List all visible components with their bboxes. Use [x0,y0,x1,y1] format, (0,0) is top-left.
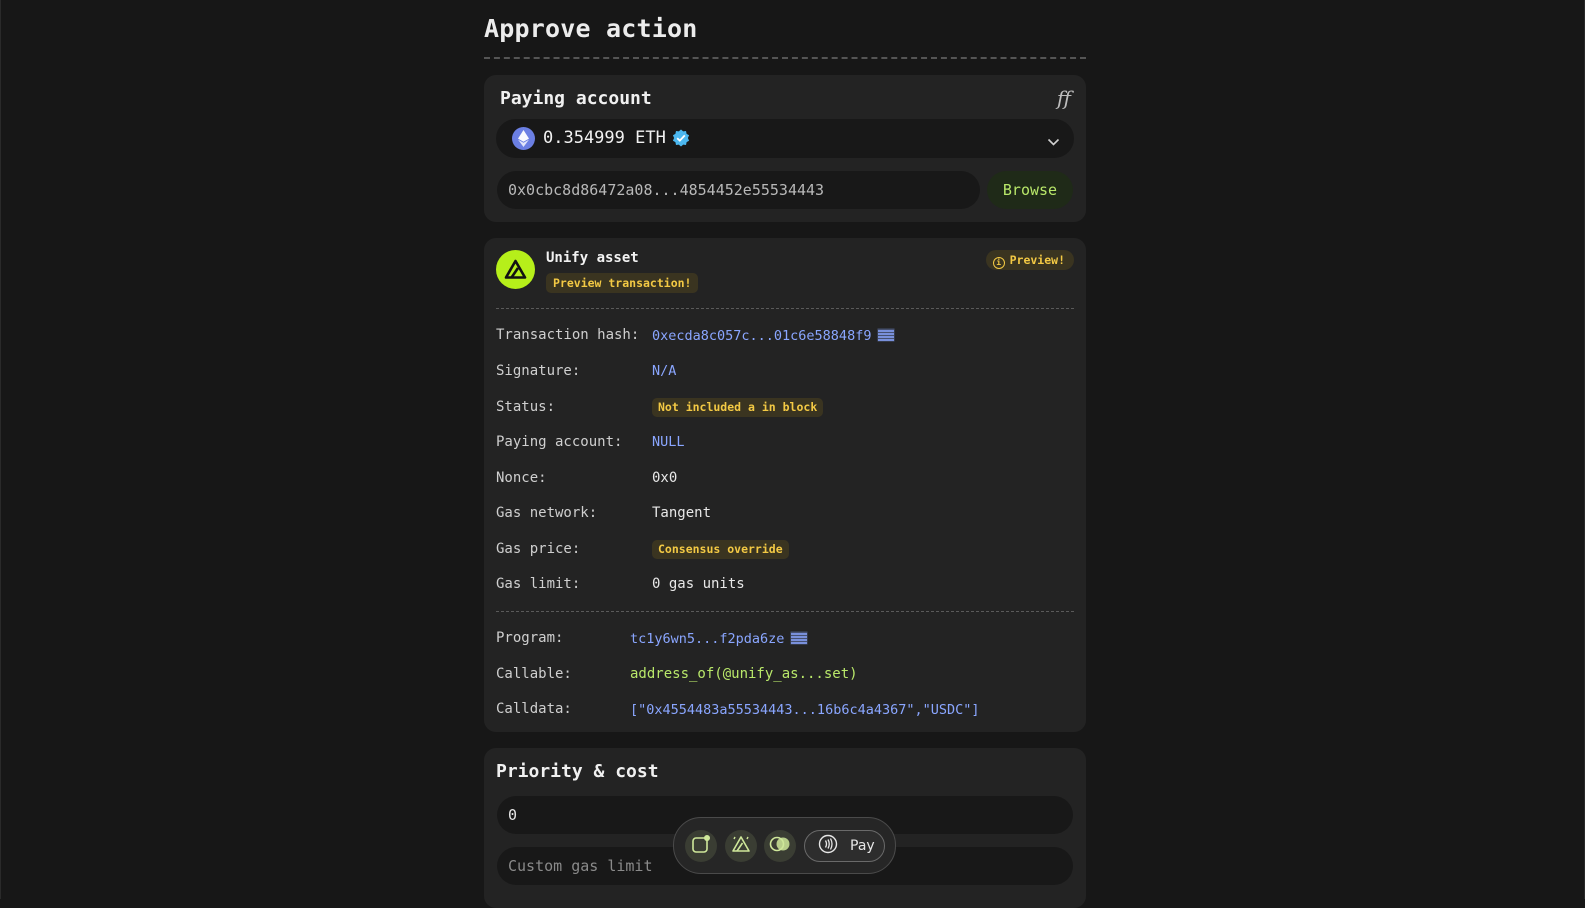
account-address-input[interactable] [497,171,980,209]
divider [496,308,1074,309]
priority-cost-title: Priority & cost [496,761,659,782]
new-window-icon [691,834,711,858]
nonce-value: 0x0 [652,470,678,486]
new-window-button[interactable] [685,830,717,862]
verified-icon [672,129,690,151]
status-label: Status: [496,399,556,415]
paying-account-card: Paying account ff 0.354999 ETH Browse [484,75,1086,222]
tx-hash-value[interactable]: 0xecda8c057c...01c6e58848f9 [652,328,895,346]
callable-label: Callable: [496,666,572,682]
copy-icon[interactable] [877,328,895,346]
nonce-label: Nonce: [496,470,547,486]
gas-network-label: Gas network: [496,505,598,521]
preview-badge: i Preview! [985,250,1074,270]
gas-limit-value: 0 gas units [652,576,745,592]
preview-transaction-badge: Preview transaction! [546,273,699,293]
program-label: Program: [496,630,564,646]
app-button[interactable] [725,830,757,862]
gas-price-label: Gas price: [496,541,581,557]
ethereum-icon [512,127,535,150]
copy-icon[interactable] [790,631,808,649]
ff-icon[interactable]: ff [1057,86,1071,110]
account-select[interactable]: 0.354999 ETH [496,119,1074,158]
calldata-value: ["0x4554483a55534443...16b6c4a4367","USD… [630,702,980,718]
signature-label: Signature: [496,363,581,379]
contrast-icon [769,836,791,856]
program-value[interactable]: tc1y6wn5...f2pda6ze [630,631,808,649]
contactless-icon [818,834,838,858]
toggle-theme-button[interactable] [764,830,796,862]
preview-badge-label: Preview! [1009,253,1065,267]
title-divider [484,57,1086,59]
pay-button-label: Pay [850,838,875,854]
app-logo-icon [731,834,751,858]
browse-button[interactable]: Browse [987,171,1073,209]
transaction-card: Unify asset Preview transaction! i Previe… [484,238,1086,732]
callable-value: address_of(@unify_as...set) [630,666,858,682]
gas-network-value: Tangent [652,505,712,521]
paying-account-value: NULL [652,434,685,450]
program-text[interactable]: tc1y6wn5...f2pda6ze [630,631,784,647]
chevron-down-icon[interactable] [1047,132,1060,151]
page-title: Approve action [484,14,698,43]
signature-value: N/A [652,363,677,379]
floating-toolbar: Pay [673,817,896,874]
calldata-label: Calldata: [496,701,572,717]
gas-limit-label: Gas limit: [496,576,581,592]
app-name: Unify asset [546,250,639,266]
tx-hash-text[interactable]: 0xecda8c057c...01c6e58848f9 [652,328,871,344]
pay-button[interactable]: Pay [804,830,885,862]
account-balance: 0.354999 ETH [543,128,666,148]
paying-account-title: Paying account [500,88,652,109]
app-logo-icon [496,250,535,289]
info-icon: i [992,257,1005,269]
status-badge: Not included a in block [652,398,824,417]
gas-price-badge: Consensus override [652,540,789,559]
divider [496,611,1074,612]
paying-account-label: Paying account: [496,434,623,450]
tx-hash-label: Transaction hash: [496,327,640,343]
